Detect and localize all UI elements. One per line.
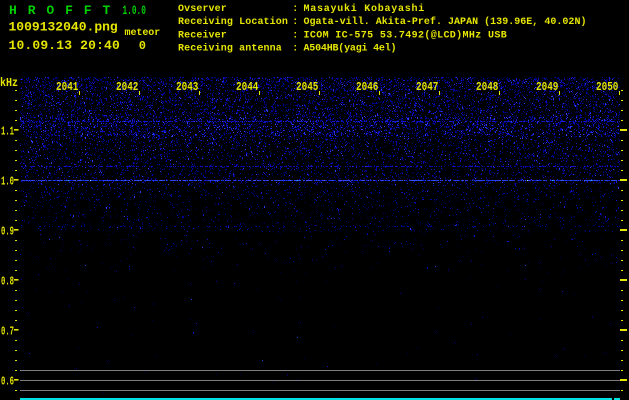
svg-text:1.1: 1.1 (1, 124, 14, 138)
svg-text:0.9: 0.9 (1, 224, 14, 238)
svg-text:10.09.13 20:40: 10.09.13 20:40 (9, 38, 120, 53)
svg-text:Ovserver: Ovserver (178, 4, 227, 15)
svg-text:2042: 2042 (116, 80, 138, 94)
svg-text:Receiver: Receiver (178, 29, 227, 41)
svg-text:2048: 2048 (476, 80, 498, 94)
svg-text:1009132040.png: 1009132040.png (9, 20, 118, 35)
svg-text:meteor: meteor (125, 28, 161, 39)
svg-text:2046: 2046 (356, 80, 378, 94)
svg-text:2050: 2050 (596, 80, 618, 94)
svg-text:2043: 2043 (176, 80, 198, 94)
svg-text:0.6: 0.6 (1, 374, 14, 388)
svg-text:ICOM IC-575 53.7492(@LCD)MHz U: ICOM IC-575 53.7492(@LCD)MHz USB (304, 29, 508, 41)
svg-text:0: 0 (139, 39, 146, 53)
svg-text:Masayuki Kobayashi: Masayuki Kobayashi (304, 3, 426, 15)
svg-text:2047: 2047 (416, 80, 438, 94)
svg-text:0.7: 0.7 (1, 324, 14, 338)
svg-text:A504HB(yagi 4el): A504HB(yagi 4el) (304, 43, 397, 55)
svg-text:Receiving antenna: Receiving antenna (178, 43, 282, 55)
svg-text::: : (292, 30, 298, 41)
svg-text::: : (292, 4, 298, 15)
svg-text:2044: 2044 (236, 80, 258, 94)
svg-text:0.8: 0.8 (1, 274, 14, 288)
svg-text::: : (292, 17, 298, 28)
svg-text:kHz: kHz (0, 76, 18, 90)
svg-text:1.0: 1.0 (1, 174, 14, 188)
svg-text:H R O F F T: H R O F F T (9, 3, 112, 18)
svg-text:1.0.0: 1.0.0 (123, 4, 146, 19)
svg-text:2049: 2049 (536, 80, 558, 94)
svg-text:Receiving Location: Receiving Location (178, 16, 288, 28)
svg-text::: : (292, 44, 298, 55)
svg-text:2041: 2041 (56, 80, 78, 94)
svg-text:2045: 2045 (296, 80, 318, 94)
svg-text:Ogata-vill. Akita-Pref. JAPAN: Ogata-vill. Akita-Pref. JAPAN (139.96E, … (304, 16, 587, 28)
